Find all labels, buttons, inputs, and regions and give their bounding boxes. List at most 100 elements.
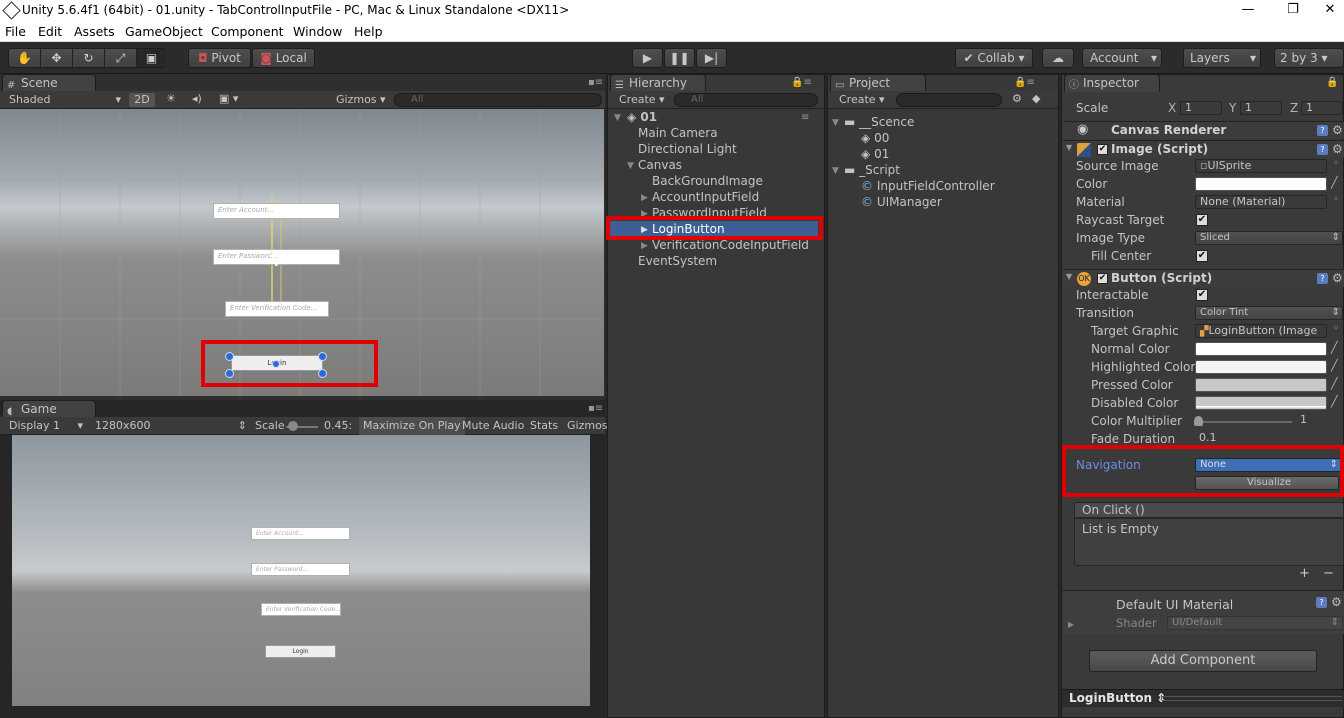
pause-button[interactable]: ❚❚ [664, 48, 695, 68]
project-scene-00[interactable]: ◈ 00 [861, 131, 889, 145]
scene-foldout-arrow[interactable]: ▼ [614, 113, 621, 123]
gear-icon[interactable]: ⚙ [1331, 595, 1342, 609]
layers-dropdown[interactable]: Layers ▾ [1183, 48, 1261, 68]
eyedropper-icon[interactable]: ╱ [1331, 359, 1338, 372]
account-dropdown[interactable]: Account ▾ [1082, 48, 1162, 68]
image-component-header[interactable]: ▼ ✔ Image (Script) ? ⚙ [1063, 140, 1344, 158]
step-button[interactable]: ▶| [696, 48, 727, 68]
tab-inspector[interactable]: ⓘ Inspector [1064, 74, 1160, 92]
menu-assets[interactable]: Assets [74, 24, 115, 39]
tab-hierarchy[interactable]: ☰ Hierarchy [610, 74, 706, 92]
mute-audio-toggle[interactable]: Mute Audio [462, 419, 524, 433]
project-script-inputfieldcontroller[interactable]: © InputFieldController [861, 179, 995, 193]
collab-dropdown[interactable]: ✔ Collab ▾ [955, 48, 1033, 68]
folder-foldout-arrow[interactable]: ▼ [832, 118, 839, 128]
game-password-field[interactable]: Enter Password... [251, 563, 350, 576]
help-icon[interactable]: ? [1316, 597, 1327, 608]
close-button[interactable]: ✕ [1320, 2, 1340, 17]
game-viewport[interactable]: Enter Account... Enter Password... Enter… [12, 435, 590, 706]
menu-component[interactable]: Component [211, 24, 284, 39]
eyedropper-icon[interactable]: ╱ [1331, 341, 1338, 354]
highlighted-color-field[interactable] [1195, 360, 1327, 374]
rotate-tool-icon[interactable]: ↻ [73, 49, 105, 67]
foldout-arrow[interactable]: ▼ [1066, 143, 1072, 152]
menu-file[interactable]: File [5, 24, 26, 39]
panel-lock-icon[interactable]: 🔒≡ [791, 77, 812, 88]
eyedropper-icon[interactable]: ╱ [1331, 395, 1338, 408]
help-icon[interactable]: ? [1317, 273, 1328, 284]
resolution-dropdown[interactable]: 1280x600 ⇕ [95, 419, 247, 433]
project-create-dropdown[interactable]: Create ▾ [839, 93, 885, 107]
folder-foldout-arrow[interactable]: ▼ [832, 166, 839, 176]
minimize-button[interactable]: — [1238, 2, 1258, 17]
scale-x-field[interactable]: 1 [1180, 101, 1222, 115]
foldout-arrow[interactable]: ▶ [641, 241, 648, 251]
project-script-uimanager[interactable]: © UIManager [861, 195, 942, 209]
normal-color-field[interactable] [1195, 342, 1327, 356]
color-multiplier-value[interactable]: 1 [1296, 414, 1343, 428]
scale-y-field[interactable]: 1 [1240, 101, 1282, 115]
color-multiplier-thumb[interactable] [1194, 416, 1203, 426]
restore-button[interactable]: ❐ [1283, 2, 1303, 17]
menu-edit[interactable]: Edit [38, 24, 62, 39]
shader-dropdown[interactable]: UI/Default ⇕ [1167, 616, 1343, 630]
local-toggle[interactable]: ◙ Local [252, 48, 315, 68]
menu-gameobject[interactable]: GameObject [125, 24, 203, 39]
scene-search-input[interactable]: All [394, 93, 602, 107]
cloud-button[interactable]: ☁ [1042, 48, 1074, 68]
filter-type-icon[interactable]: ⚙ [1012, 92, 1022, 106]
move-tool-icon[interactable]: ✥ [41, 49, 73, 67]
game-verification-field[interactable]: Enter Verification Code... [261, 603, 341, 616]
hierarchy-search-input[interactable]: All [674, 93, 818, 107]
color-multiplier-slider[interactable] [1197, 421, 1292, 423]
tab-project[interactable]: ▭ Project [830, 74, 926, 92]
scale-slider-thumb[interactable] [288, 421, 298, 431]
interactable-checkbox[interactable]: ✔ [1196, 289, 1208, 301]
target-graphic-field[interactable]: ▞LoginButton (Image [1195, 324, 1327, 338]
layout-dropdown[interactable]: 2 by 3 ▾ [1274, 48, 1344, 68]
tab-game[interactable]: ◖ Game [2, 400, 96, 418]
hierarchy-item-main-camera[interactable]: Main Camera [638, 126, 718, 140]
stats-toggle[interactable]: Stats [530, 419, 558, 433]
scene-verification-field[interactable]: Enter Verification Code... [225, 301, 329, 317]
foldout-arrow[interactable]: ▼ [1066, 272, 1072, 281]
hierarchy-item-verification-input[interactable]: VerificationCodeInputField [652, 238, 809, 252]
pressed-color-field[interactable] [1195, 378, 1327, 392]
image-enabled-checkbox[interactable]: ✔ [1097, 144, 1108, 155]
raycast-target-checkbox[interactable]: ✔ [1196, 214, 1208, 226]
color-field[interactable] [1195, 177, 1327, 191]
scene-menu-icon[interactable]: ≡ [801, 112, 809, 123]
footer-object-name[interactable]: LoginButton ⇕ [1069, 691, 1166, 705]
remove-event-button[interactable]: − [1323, 566, 1334, 581]
project-folder-script[interactable]: ▬ _Script [844, 163, 900, 177]
display-dropdown[interactable]: Display 1 ▾ [9, 419, 87, 433]
hierarchy-item-canvas[interactable]: Canvas [638, 158, 682, 172]
hierarchy-item-account-input[interactable]: AccountInputField [652, 190, 759, 204]
eyedropper-icon[interactable]: ╱ [1331, 176, 1338, 189]
scene-account-field[interactable]: Enter Account... [213, 203, 340, 219]
gear-icon[interactable]: ⚙ [1332, 271, 1343, 285]
scale-z-field[interactable]: 1 [1301, 101, 1343, 115]
project-folder-scence[interactable]: ▬ __Scence [844, 115, 914, 129]
canvas-foldout-arrow[interactable]: ▼ [627, 161, 634, 171]
hierarchy-scene[interactable]: ◈ 01 [627, 110, 657, 124]
play-button[interactable]: ▶ [632, 48, 663, 68]
maximize-on-play-toggle[interactable]: Maximize On Play [359, 417, 465, 435]
game-gizmos-dropdown[interactable]: Gizmos [567, 419, 608, 433]
project-search-input[interactable] [896, 93, 1002, 107]
material-field[interactable]: None (Material) [1195, 195, 1327, 209]
scale-tool-icon[interactable]: ⤢ [105, 49, 137, 67]
object-picker-icon[interactable]: ◦ [1333, 194, 1339, 205]
hand-tool-icon[interactable]: ✋ [9, 49, 41, 67]
disabled-color-field[interactable] [1195, 396, 1327, 410]
button-component-header[interactable]: ▼ OK ✔ Button (Script) ? ⚙ [1063, 269, 1344, 287]
rect-tool-icon[interactable]: ▣ [137, 49, 166, 67]
hierarchy-item-directional-light[interactable]: Directional Light [638, 142, 737, 156]
help-icon[interactable]: ? [1317, 125, 1328, 136]
fade-duration-field[interactable]: 0.1 [1195, 432, 1343, 446]
hierarchy-item-background-image[interactable]: BackGroundImage [652, 174, 763, 188]
source-image-field[interactable]: ▫UISprite [1195, 159, 1327, 173]
eyedropper-icon[interactable]: ╱ [1331, 377, 1338, 390]
object-picker-icon[interactable]: ◦ [1333, 158, 1339, 169]
fill-center-checkbox[interactable]: ✔ [1196, 250, 1208, 262]
